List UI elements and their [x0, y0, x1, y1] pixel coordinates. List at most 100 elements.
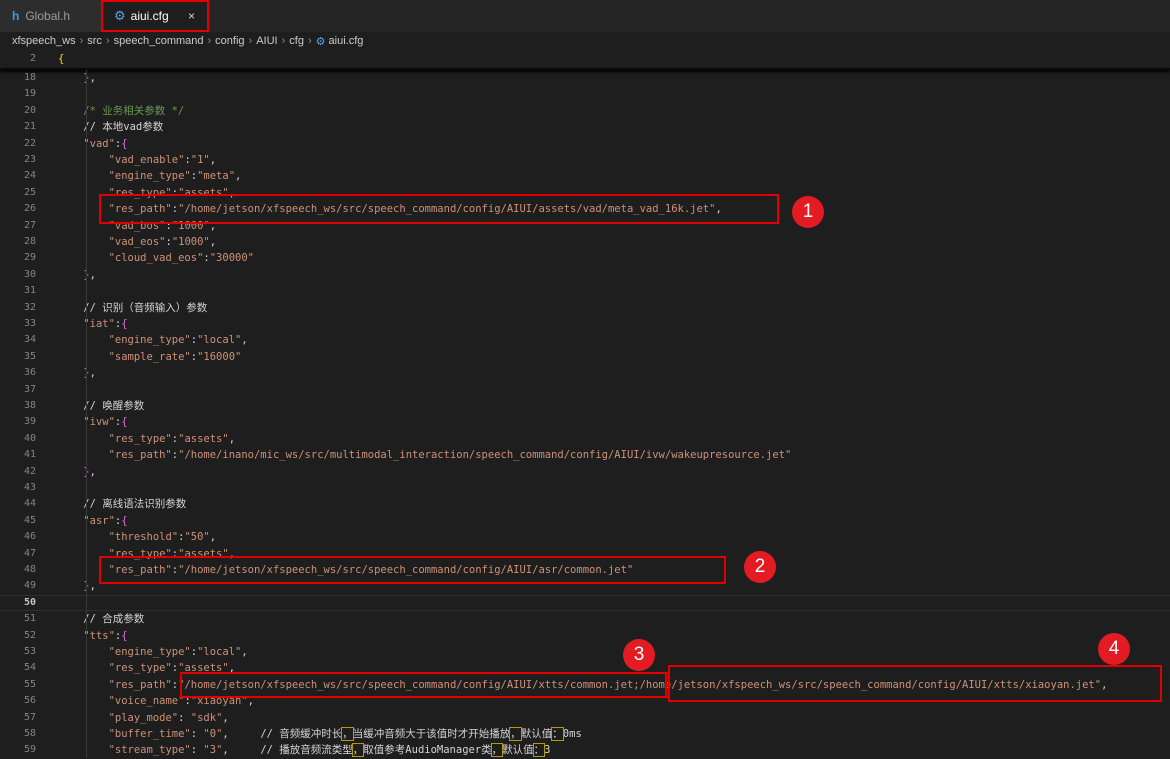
- line-number: 29: [23, 252, 36, 264]
- line-number: 55: [23, 678, 36, 690]
- code-line-row[interactable]: 32 // 识别（音频输入）参数: [0, 300, 1170, 316]
- code-line-row[interactable]: 35 "sample_rate":"16000": [0, 349, 1170, 365]
- code-line: "buffer_time": "0", // 音频缓冲时长，当缓冲音频大于该值时…: [108, 727, 582, 741]
- breadcrumb-item[interactable]: config: [215, 35, 244, 47]
- code-line-row[interactable]: 46 "threshold":"50",: [0, 529, 1170, 545]
- code-line-row[interactable]: 59 "stream_type": "3", // 播放音频流类型，取值参考Au…: [0, 742, 1170, 758]
- annotation-box-1: [99, 194, 779, 224]
- line-number: 24: [23, 170, 36, 182]
- code-line-row[interactable]: 34 "engine_type":"local",: [0, 332, 1170, 348]
- line-number: 53: [23, 646, 36, 657]
- line-number: 31: [23, 285, 36, 297]
- code-line: "asr":{: [83, 514, 128, 527]
- line-number: 27: [23, 219, 36, 231]
- line-number: 50: [23, 596, 36, 608]
- code-line: {: [58, 53, 65, 65]
- code-line-row[interactable]: 52 "tts":{: [0, 628, 1170, 644]
- chevron-right-icon: ›: [79, 35, 84, 47]
- code-line-row[interactable]: 21 // 本地vad参数: [0, 119, 1170, 135]
- chevron-right-icon: ›: [281, 35, 286, 47]
- line-number: 32: [23, 301, 36, 313]
- breadcrumb-item[interactable]: AIUI: [256, 35, 277, 47]
- code-line: "vad_enable":"1",: [108, 154, 217, 166]
- code-line: "ivw":{: [83, 416, 128, 429]
- line-number: 42: [23, 465, 36, 477]
- line-number: 34: [23, 334, 36, 346]
- line-number: 45: [23, 514, 36, 526]
- line-number: 48: [23, 564, 36, 575]
- line-number: 33: [23, 318, 36, 329]
- code-line-row[interactable]: 30 },: [0, 267, 1170, 283]
- code-line-row[interactable]: 23 "vad_enable":"1",: [0, 152, 1170, 168]
- code-line-row[interactable]: 24 "engine_type":"meta",: [0, 168, 1170, 184]
- line-number: 25: [23, 186, 36, 198]
- breadcrumb-item[interactable]: speech_command: [114, 35, 204, 47]
- code-line-row[interactable]: 18 },: [0, 70, 1170, 86]
- current-line-highlight: [0, 594, 1170, 612]
- line-number: 30: [23, 268, 36, 280]
- breadcrumb: xfspeech_ws › src › speech_command › con…: [0, 32, 1170, 50]
- code-line: "stream_type": "3", // 播放音频流类型，取值参考Audio…: [108, 743, 551, 758]
- code-line-row[interactable]: 37: [0, 382, 1170, 398]
- code-line: },: [83, 580, 96, 593]
- line-number: 38: [23, 400, 36, 411]
- annotation-box-4: [668, 665, 1162, 702]
- line-number: 23: [23, 154, 36, 165]
- line-number: 22: [23, 137, 36, 149]
- code-line: "vad":{: [83, 137, 128, 150]
- code-line: "cloud_vad_eos":"30000": [108, 252, 254, 265]
- line-number: 40: [23, 432, 36, 444]
- code-line-row[interactable]: 50: [0, 594, 1170, 612]
- code-line-row[interactable]: 41 "res_path":"/home/inano/mic_ws/src/mu…: [0, 447, 1170, 463]
- annotation-box-3: [180, 672, 667, 698]
- line-number: 21: [23, 121, 36, 133]
- breadcrumb-item[interactable]: aiui.cfg: [329, 35, 364, 47]
- code-line-row[interactable]: 43: [0, 480, 1170, 496]
- code-line-row[interactable]: 22 "vad":{: [0, 136, 1170, 152]
- code-line-row[interactable]: 51 // 合成参数: [0, 611, 1170, 627]
- code-line-row[interactable]: 33 "iat":{: [0, 316, 1170, 332]
- code-line-row[interactable]: 42 },: [0, 464, 1170, 480]
- code-line: "vad_eos":"1000",: [108, 236, 217, 248]
- line-number: 58: [23, 728, 36, 739]
- code-line: "res_type":"assets",: [108, 432, 236, 445]
- code-line: // 唤醒参数: [83, 400, 145, 412]
- code-line-row[interactable]: 40 "res_type":"assets",: [0, 431, 1170, 447]
- code-line-row[interactable]: 28 "vad_eos":"1000",: [0, 234, 1170, 250]
- breadcrumb-item[interactable]: cfg: [289, 35, 304, 47]
- annotation-box-2: [99, 556, 726, 584]
- chevron-right-icon: ›: [207, 35, 212, 47]
- code-line-row[interactable]: 53 "engine_type":"local",: [0, 644, 1170, 660]
- tab-aiui-cfg[interactable]: ⚙ aiui.cfg ×: [101, 0, 209, 32]
- code-line-row[interactable]: 58 "buffer_time": "0", // 音频缓冲时长，当缓冲音频大于…: [0, 726, 1170, 742]
- sticky-scroll-header[interactable]: 2 {: [0, 50, 1170, 70]
- code-line-row[interactable]: 44 // 离线语法识别参数: [0, 496, 1170, 512]
- line-number: 43: [23, 482, 36, 493]
- indent-guide: [86, 70, 87, 758]
- line-number: 49: [23, 580, 36, 592]
- code-line: "play_mode": "sdk",: [108, 711, 229, 724]
- gear-icon: ⚙: [114, 8, 126, 23]
- line-number: 54: [23, 662, 36, 674]
- code-line-row[interactable]: 36 },: [0, 365, 1170, 381]
- code-line-row[interactable]: 29 "cloud_vad_eos":"30000": [0, 250, 1170, 266]
- code-line-row[interactable]: 39 "ivw":{: [0, 414, 1170, 430]
- tab-global-h[interactable]: h Global.h: [0, 0, 102, 32]
- close-icon[interactable]: ×: [188, 9, 195, 23]
- code-line-row[interactable]: 31: [0, 283, 1170, 299]
- breadcrumb-item[interactable]: src: [87, 35, 102, 47]
- code-line: },: [83, 367, 96, 380]
- code-line-row[interactable]: 57 "play_mode": "sdk",: [0, 710, 1170, 726]
- code-line-row[interactable]: 38 // 唤醒参数: [0, 398, 1170, 414]
- line-number: 35: [23, 350, 36, 362]
- code-line-row[interactable]: 45 "asr":{: [0, 513, 1170, 529]
- code-line: "res_path":"/home/inano/mic_ws/src/multi…: [108, 449, 792, 462]
- annotation-badge-1: 1: [792, 196, 824, 228]
- code-line-row[interactable]: 20 /* 业务相关参数 */: [0, 103, 1170, 119]
- breadcrumb-item[interactable]: xfspeech_ws: [12, 35, 76, 47]
- code-line: /* 业务相关参数 */: [58, 104, 185, 117]
- line-number: 59: [23, 744, 36, 756]
- line-number: 26: [23, 203, 36, 215]
- code-editor[interactable]: 18 },1920 /* 业务相关参数 */21 // 本地vad参数22 "v…: [0, 70, 1170, 758]
- code-line-row[interactable]: 19: [0, 86, 1170, 102]
